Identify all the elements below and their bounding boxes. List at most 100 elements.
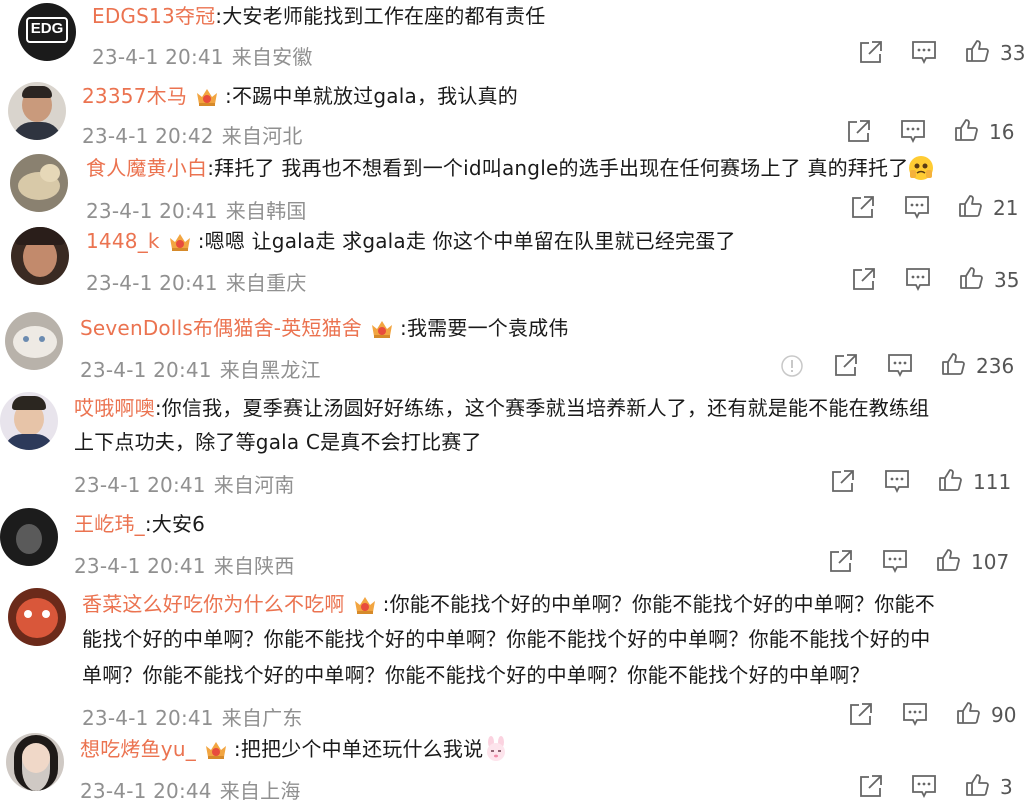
username-link[interactable]: 23357木马 (82, 84, 187, 108)
comment-text: 不踢中单就放过gala，我认真的 (231, 84, 518, 108)
comment-time: 23-4-1 20:44 (80, 779, 212, 803)
comment-text: 我需要一个袁成伟 (406, 316, 569, 340)
comment-button[interactable] (905, 266, 931, 296)
comment-item: 1448_k:嗯嗯 让gala走 求gala走 你这个中单留在队里就已经完蛋了 … (0, 225, 1024, 295)
share-button[interactable] (833, 352, 859, 382)
comment-button[interactable] (911, 773, 937, 803)
comment-time: 23-4-1 20:41 (80, 358, 212, 382)
crown-badge-icon (354, 597, 375, 614)
avatar[interactable] (0, 508, 58, 566)
comment-button[interactable] (904, 194, 930, 224)
comment-location: 来自河北 (221, 124, 303, 148)
share-button[interactable] (858, 773, 884, 803)
like-button[interactable] (957, 193, 983, 223)
avatar[interactable] (6, 733, 64, 791)
comment-time: 23-4-1 20:41 (86, 271, 218, 295)
username-link[interactable]: 食人魔黄小白 (86, 156, 207, 180)
comment-location: 来自韩国 (225, 199, 307, 223)
comment-location: 来自上海 (219, 779, 301, 803)
comment-location: 来自陕西 (213, 554, 295, 578)
share-icon (860, 775, 882, 797)
like-button[interactable] (958, 265, 984, 295)
comment-icon (905, 196, 929, 220)
comment-icon (883, 550, 907, 574)
like-button[interactable] (955, 700, 981, 730)
share-icon (850, 703, 872, 725)
comment-time: 23-4-1 20:41 (92, 45, 224, 69)
share-button[interactable] (850, 194, 876, 224)
comment-button[interactable] (902, 701, 928, 731)
comment-button[interactable] (911, 39, 937, 69)
share-icon (835, 354, 857, 376)
comment-time: 23-4-1 20:41 (86, 199, 218, 223)
like-count: 16 (989, 120, 1015, 144)
avatar[interactable] (10, 154, 68, 212)
separator: : (400, 316, 407, 340)
comment-location: 来自重庆 (225, 271, 307, 295)
like-button[interactable] (964, 772, 990, 802)
separator: : (225, 84, 232, 108)
share-button[interactable] (848, 701, 874, 731)
share-button[interactable] (858, 39, 884, 69)
like-count: 236 (976, 354, 1015, 378)
share-button[interactable] (846, 118, 872, 148)
comment-button[interactable] (884, 468, 910, 498)
share-icon (852, 196, 874, 218)
comment-item: 想吃烤鱼yu_:把把少个中单还玩什么我说 23-4-1 20:44 来自上海 3 (0, 733, 1024, 803)
comment-location: 来自安徽 (231, 45, 313, 69)
username-link[interactable]: 想吃烤鱼yu_ (80, 737, 196, 761)
like-icon (937, 549, 960, 571)
share-icon (832, 470, 854, 492)
username-link[interactable]: 哎哦啊噢 (74, 396, 155, 420)
crown-badge-icon (372, 321, 393, 338)
username-link[interactable]: 香菜这么好吃你为什么不吃啊 (82, 592, 345, 616)
share-icon (853, 268, 875, 290)
comment-button[interactable] (882, 548, 908, 578)
share-button[interactable] (828, 548, 854, 578)
share-button[interactable] (830, 468, 856, 498)
like-button[interactable] (964, 38, 990, 68)
share-button[interactable] (851, 266, 877, 296)
comment-icon (906, 268, 930, 292)
separator: : (144, 512, 152, 536)
comment-location: 来自河南 (213, 473, 295, 497)
like-count: 21 (993, 196, 1019, 220)
share-icon (830, 550, 852, 572)
comment-button[interactable] (887, 352, 913, 382)
username-link[interactable]: SevenDolls布偶猫舍-英短猫舍 (80, 316, 362, 340)
like-count: 33 (1000, 41, 1024, 65)
comment-icon (885, 470, 909, 494)
like-icon (966, 40, 989, 62)
report-icon (781, 355, 803, 377)
comment-icon (901, 120, 925, 144)
comment-item: 哎哦啊噢:你信我，夏季赛让汤圆好好练练，这个赛季就当培养新人了，还有就是能不能在… (0, 392, 1024, 497)
avatar[interactable] (11, 227, 69, 285)
comment-time: 23-4-1 20:41 (82, 706, 214, 730)
like-count: 3 (1000, 775, 1013, 799)
comment-item: 王屹玮_:大安6 23-4-1 20:41 来自陕西 107 (0, 508, 1024, 580)
separator: : (154, 396, 162, 420)
share-icon (848, 120, 870, 142)
comment-text: 大安6 (151, 512, 206, 536)
like-button[interactable] (953, 117, 979, 147)
comment-button[interactable] (900, 118, 926, 148)
like-button[interactable] (940, 351, 966, 381)
comment-text-continued: 能找个好的中单啊？你能不能找个好的中单啊？你能不能找个好的中单啊？你能不能找个好… (82, 627, 931, 651)
avatar[interactable] (8, 82, 66, 140)
report-button[interactable] (780, 354, 804, 384)
like-button[interactable] (937, 467, 963, 497)
avatar[interactable] (5, 312, 63, 370)
like-count: 111 (973, 470, 1012, 494)
comment-location: 来自黑龙江 (219, 358, 321, 382)
username-link[interactable]: EDGS13夺冠 (92, 4, 215, 28)
like-count: 107 (971, 550, 1010, 574)
username-link[interactable]: 王屹玮_ (74, 512, 145, 536)
crown-badge-icon (197, 89, 218, 106)
like-button[interactable] (935, 547, 961, 577)
avatar[interactable] (0, 392, 58, 450)
bunny-emoji-icon (487, 736, 506, 761)
avatar[interactable] (8, 588, 66, 646)
like-icon (966, 774, 989, 796)
avatar[interactable]: EDG (18, 3, 76, 61)
username-link[interactable]: 1448_k (86, 229, 160, 253)
